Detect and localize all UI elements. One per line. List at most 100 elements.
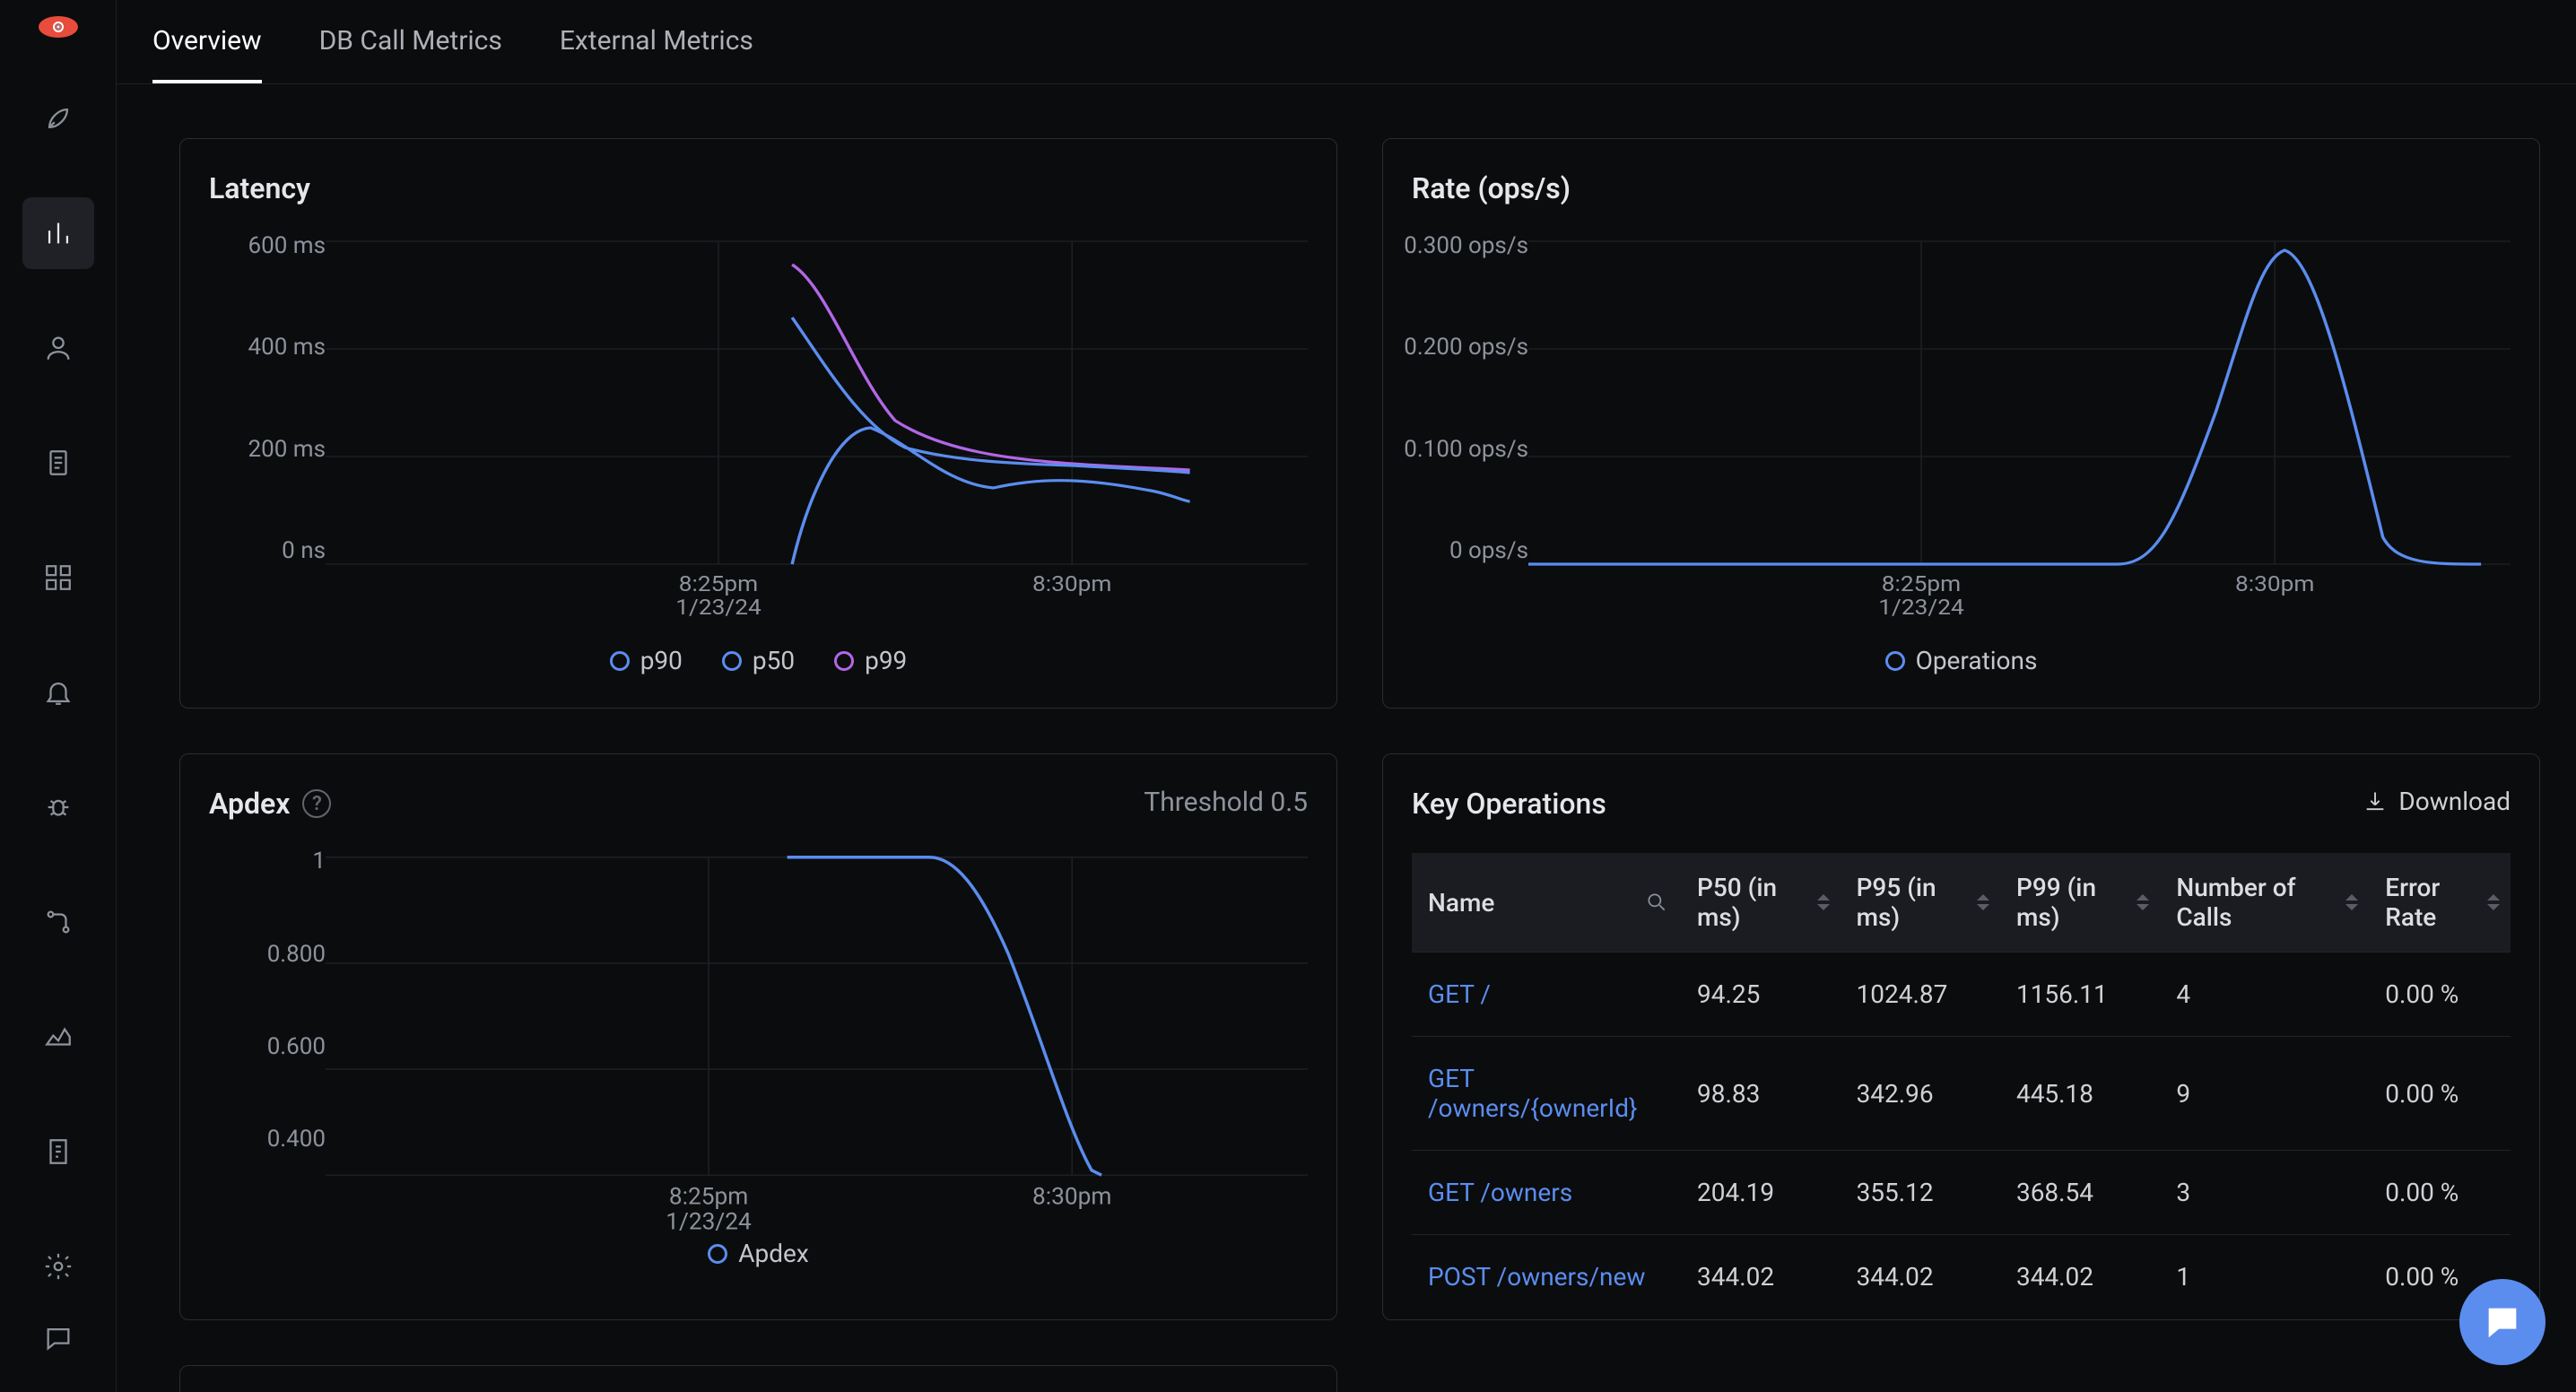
sort-icon[interactable]	[1975, 890, 1991, 915]
help-icon[interactable]: ?	[302, 789, 331, 818]
col-p95[interactable]: P95 (in ms)	[1841, 853, 2000, 953]
tab-external-metrics[interactable]: External Metrics	[560, 25, 753, 83]
op-name-link[interactable]: GET /	[1412, 953, 1681, 1037]
key-operations-card: Key Operations Download Name P50 (in ms)…	[1382, 753, 2540, 1319]
gear-icon[interactable]	[22, 1231, 94, 1302]
x-tick: 8:30pm	[2235, 572, 2314, 597]
sort-icon[interactable]	[1815, 890, 1832, 915]
keyops-table-wrap: Name P50 (in ms) P95 (in ms) P99 (in ms)…	[1412, 853, 2511, 1318]
legend-item[interactable]: Operations	[1885, 646, 2038, 675]
legend-marker-icon	[610, 651, 630, 671]
chat-bubble-icon	[2482, 1301, 2523, 1343]
cell-p95: 344.02	[1841, 1235, 2000, 1319]
cell-calls: 9	[2160, 1037, 2369, 1151]
tab-db-call-metrics[interactable]: DB Call Metrics	[319, 25, 502, 83]
col-p99[interactable]: P99 (in ms)	[2000, 853, 2160, 953]
cell-p99: 445.18	[2000, 1037, 2160, 1151]
search-icon[interactable]	[1645, 891, 1668, 914]
legend-marker-icon	[1885, 651, 1905, 671]
legend-item[interactable]: Apdex	[708, 1239, 809, 1268]
cell-p50: 204.19	[1681, 1151, 1841, 1235]
apdex-chart: 1 0.800 0.600 0.400	[209, 848, 1308, 1224]
chat-fab-button[interactable]	[2459, 1279, 2546, 1365]
legend-marker-icon	[834, 651, 854, 671]
col-calls[interactable]: Number of Calls	[2160, 853, 2369, 953]
document-icon[interactable]	[22, 427, 94, 499]
apdex-legend: Apdex	[209, 1239, 1308, 1268]
x-tick: 8:30pm	[1032, 1184, 1111, 1211]
legend-label: p90	[640, 646, 683, 675]
bug-icon[interactable]	[22, 771, 94, 843]
latency-legend: p90 p50 p99	[209, 646, 1308, 675]
col-label: Number of Calls	[2176, 873, 2295, 932]
cell-err: 0.00 %	[2369, 1037, 2511, 1151]
legend-item[interactable]: p50	[722, 646, 795, 675]
y-tick: 0.400	[200, 1126, 326, 1153]
tab-bar: Overview DB Call Metrics External Metric…	[117, 0, 2576, 84]
cell-p95: 342.96	[1841, 1037, 2000, 1151]
tab-overview[interactable]: Overview	[152, 25, 262, 83]
latency-card: Latency 600 ms 400 ms 200 ms 0 ns	[179, 138, 1337, 709]
rate-plot-svg: 8:25pm 1/23/24 8:30pm	[1528, 232, 2511, 622]
cell-calls: 4	[2160, 953, 2369, 1037]
latency-y-axis: 600 ms 400 ms 200 ms 0 ns	[200, 232, 326, 564]
main-column: Overview DB Call Metrics External Metric…	[117, 0, 2576, 1392]
y-tick: 0.800	[200, 941, 326, 968]
table-row: GET /owners 204.19 355.12 368.54 3 0.00 …	[1412, 1151, 2511, 1235]
y-tick: 0.600	[200, 1033, 326, 1060]
download-label: Download	[2398, 787, 2511, 816]
keyops-tbody: GET / 94.25 1024.87 1156.11 4 0.00 % GET…	[1412, 953, 2511, 1319]
legend-item[interactable]: p90	[610, 646, 683, 675]
apdex-plot-svg: 8:25pm 1/23/24 8:30pm	[326, 848, 1308, 1238]
x-tick: 8:25pm	[679, 572, 758, 597]
download-icon	[2363, 789, 2388, 814]
content-grid: Latency 600 ms 400 ms 200 ms 0 ns	[117, 84, 2576, 1392]
col-name[interactable]: Name	[1412, 853, 1681, 953]
legend-marker-icon	[722, 651, 742, 671]
legend-marker-icon	[708, 1244, 727, 1264]
table-row: POST /owners/new 344.02 344.02 344.02 1 …	[1412, 1235, 2511, 1319]
rocket-icon[interactable]	[22, 83, 94, 154]
area-chart-icon[interactable]	[22, 1001, 94, 1073]
sort-icon[interactable]	[2344, 890, 2360, 915]
cell-p99: 344.02	[2000, 1235, 2160, 1319]
col-label: P95 (in ms)	[1857, 873, 1936, 932]
cell-p50: 94.25	[1681, 953, 1841, 1037]
apdex-threshold: Threshold 0.5	[1144, 787, 1308, 818]
legend-label: Operations	[1916, 646, 2038, 675]
dashboard-icon[interactable]	[22, 542, 94, 613]
user-icon[interactable]	[22, 312, 94, 384]
sort-icon[interactable]	[2485, 890, 2502, 915]
op-name-link[interactable]: GET /owners/{ownerId}	[1412, 1037, 1681, 1151]
app-logo[interactable]	[39, 16, 78, 38]
op-name-link[interactable]: GET /owners	[1412, 1151, 1681, 1235]
rate-legend: Operations	[1412, 646, 2511, 675]
legend-label: Apdex	[738, 1239, 809, 1268]
next-card-stub	[179, 1365, 1337, 1392]
cell-calls: 3	[2160, 1151, 2369, 1235]
latency-chart: 600 ms 400 ms 200 ms 0 ns	[209, 232, 1308, 631]
y-tick: 200 ms	[200, 436, 326, 463]
x-tick: 8:30pm	[1032, 572, 1111, 597]
cell-err: 0.00 %	[2369, 1151, 2511, 1235]
col-p50[interactable]: P50 (in ms)	[1681, 853, 1841, 953]
legend-label: p99	[865, 646, 907, 675]
chat-icon[interactable]	[22, 1302, 94, 1374]
download-button[interactable]: Download	[2363, 787, 2511, 816]
col-label: Name	[1428, 888, 1494, 918]
x-tick: 8:25pm	[669, 1184, 748, 1211]
receipt-icon[interactable]	[22, 1116, 94, 1188]
sort-icon[interactable]	[2135, 890, 2151, 915]
bar-chart-icon[interactable]	[22, 197, 94, 269]
route-icon[interactable]	[22, 886, 94, 958]
cell-p95: 355.12	[1841, 1151, 2000, 1235]
bell-icon[interactable]	[22, 657, 94, 728]
cell-p95: 1024.87	[1841, 953, 2000, 1037]
cell-calls: 1	[2160, 1235, 2369, 1319]
cell-p99: 1156.11	[2000, 953, 2160, 1037]
col-error-rate[interactable]: Error Rate	[2369, 853, 2511, 953]
x-tick: 8:25pm	[1882, 572, 1961, 597]
apdex-title-text: Apdex	[209, 787, 290, 821]
legend-item[interactable]: p99	[834, 646, 907, 675]
op-name-link[interactable]: POST /owners/new	[1412, 1235, 1681, 1319]
